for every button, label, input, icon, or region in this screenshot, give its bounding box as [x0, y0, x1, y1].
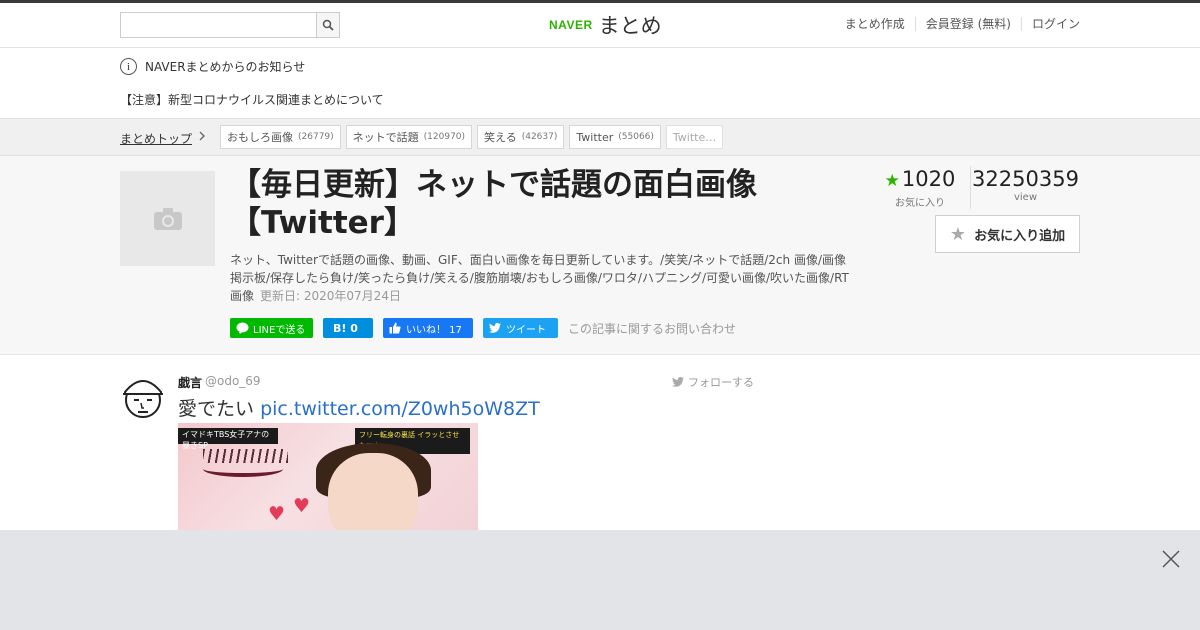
avatar[interactable]: [120, 372, 166, 424]
tag-label: 笑える: [484, 131, 517, 144]
search-box: [120, 12, 340, 38]
eye-graphic: [203, 461, 283, 477]
thumbs-up-icon: [389, 322, 401, 334]
heart-icon: ♥: [268, 503, 286, 525]
notice-link[interactable]: 【注意】新型コロナウイルス関連まとめについて: [120, 91, 384, 108]
face-graphic: [328, 453, 418, 533]
nav-create-matome[interactable]: まとめ作成: [835, 17, 915, 31]
tag-count: (26779): [298, 132, 334, 142]
article-header: 【毎日更新】ネットで話題の面白画像【Twitter】 ネット、Twitterで話…: [0, 156, 1200, 355]
add-favorite-label: お気に入り追加: [974, 228, 1066, 244]
twitter-bird-icon: [672, 377, 684, 387]
add-favorite-button[interactable]: ★ お気に入り追加: [935, 215, 1080, 253]
article-title: 【毎日更新】ネットで話題の面白画像【Twitter】: [230, 167, 757, 241]
tag-count: (120970): [423, 132, 466, 142]
views-stat: 32250359 view: [970, 166, 1080, 209]
tag-twitter[interactable]: Twitter (55066): [569, 125, 661, 149]
tweet-image-link[interactable]: pic.twitter.com/Z0wh5oW8ZT: [260, 398, 540, 420]
nav-login[interactable]: ログイン: [1020, 17, 1080, 31]
heart-icon: ♥: [293, 495, 311, 517]
close-icon[interactable]: [1160, 548, 1182, 570]
line-icon: [236, 322, 249, 334]
favorites-stat: ★1020 お気に入り: [880, 166, 960, 209]
camera-icon: [153, 207, 182, 230]
category-tags: おもしろ画像 (26779) ネットで話題 (120970) 笑える (42637) …: [220, 125, 728, 149]
tag-label: Twitter: [576, 130, 614, 144]
notice-title-text: NAVERまとめからのお知らせ: [145, 60, 306, 74]
follow-label: フォローする: [688, 376, 754, 389]
star-icon: ★: [884, 171, 900, 191]
line-share-button[interactable]: LINEで送る: [230, 318, 313, 338]
tweet-text: 愛でたい pic.twitter.com/Z0wh5oW8ZT: [178, 394, 540, 421]
tag-label: おもしろ画像: [227, 131, 293, 144]
tag-omoshiro[interactable]: おもしろ画像 (26779): [220, 125, 341, 149]
chevron-right-icon: [198, 130, 206, 145]
facebook-like-button[interactable]: いいね！ 17: [383, 318, 473, 338]
header: NAVER まとめ まとめ作成 会員登録 (無料) ログイン: [0, 3, 1200, 48]
logo-matome: まとめ: [598, 14, 662, 38]
nav-register[interactable]: 会員登録 (無料): [914, 17, 1021, 31]
views-count: 32250359: [972, 167, 1079, 191]
updated-date: 更新日: 2020年07月24日: [260, 289, 401, 303]
tweet-author-name[interactable]: 戯言: [178, 374, 202, 391]
tag-count: (42637): [521, 132, 558, 142]
header-nav: まとめ作成 会員登録 (無料) ログイン: [835, 17, 1080, 31]
logo[interactable]: NAVER まとめ: [549, 10, 662, 40]
notice-section: i NAVERまとめからのお知らせ 【注意】新型コロナウイルス関連まとめについて: [0, 48, 1200, 118]
facebook-like-label: いいね！ 17: [406, 324, 462, 336]
tag-twitter-more[interactable]: Twitte…: [665, 125, 724, 149]
follow-button[interactable]: フォローする: [672, 374, 754, 390]
article-description: ネット、Twitterで話題の画像、動画、GIF、面白い画像を毎日更新しています…: [230, 251, 850, 305]
article-thumbnail: [120, 171, 215, 266]
share-bar: LINEで送る B! 0 いいね！ 17 ツイート この記事に関するお問い合わせ: [230, 318, 736, 338]
tweet-image[interactable]: イマドキTBS女子アナの暴きSP フリー転身の裏話 イラッとさせたアナ ♥ ♥: [178, 423, 478, 533]
star-outline-icon: ★: [949, 223, 967, 245]
logo-naver: NAVER: [549, 18, 593, 32]
breadcrumb-top[interactable]: まとめトップ: [120, 130, 192, 147]
tag-waraeru[interactable]: 笑える (42637): [477, 125, 565, 149]
tweet-author-handle[interactable]: @odo_69: [205, 374, 261, 388]
views-label: view: [1013, 192, 1038, 203]
tag-net-wadai[interactable]: ネットで話題 (120970): [345, 125, 473, 149]
tweet-body: 愛でたい: [178, 398, 255, 420]
twitter-bird-icon: [489, 323, 501, 333]
favorites-label: お気に入り: [895, 198, 945, 209]
hatena-label: B! 0: [333, 321, 358, 335]
search-button[interactable]: [316, 12, 340, 38]
favorites-count-row: ★1020: [880, 166, 960, 194]
hatena-bookmark-button[interactable]: B! 0: [323, 318, 373, 338]
tweet-button[interactable]: ツイート: [483, 318, 558, 338]
search-icon: [322, 19, 334, 31]
tweet-label: ツイート: [506, 324, 546, 336]
tag-label: Twitte…: [672, 130, 717, 144]
info-icon: i: [120, 58, 137, 75]
bottom-ad-overlay: [0, 530, 1200, 630]
embedded-tweet: 戯言 @odo_69 フォローする 愛でたい pic.twitter.com/Z…: [120, 372, 760, 533]
search-input[interactable]: [120, 12, 316, 38]
notice-title: i NAVERまとめからのお知らせ: [120, 58, 305, 75]
inquiry-link[interactable]: この記事に関するお問い合わせ: [568, 320, 736, 337]
tag-label: ネットで話題: [352, 131, 419, 144]
image-banner-left: イマドキTBS女子アナの暴きSP: [178, 428, 278, 450]
category-bar: まとめトップ おもしろ画像 (26779) ネットで話題 (120970) 笑える (…: [0, 118, 1200, 156]
article-stats: ★1020 お気に入り 32250359 view: [880, 166, 1080, 209]
tag-count: (55066): [618, 132, 654, 142]
favorites-count: 1020: [901, 167, 956, 191]
line-share-label: LINEで送る: [253, 324, 306, 336]
